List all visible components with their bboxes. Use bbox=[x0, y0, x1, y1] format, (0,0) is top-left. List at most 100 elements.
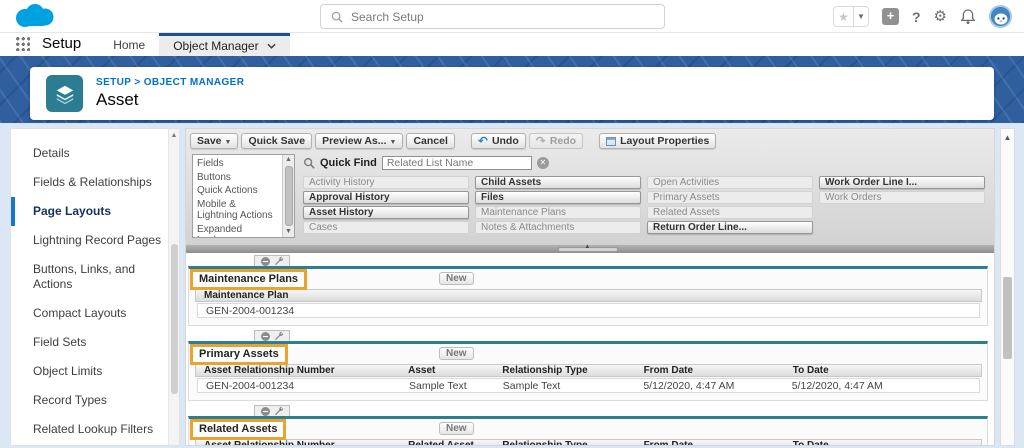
quick-find-input[interactable] bbox=[381, 155, 532, 170]
help-icon[interactable]: ? bbox=[912, 9, 921, 25]
palette-item[interactable]: Work Orders bbox=[819, 191, 985, 204]
section-card: Maintenance Plans New Maintenance Plan G… bbox=[188, 266, 988, 326]
palette-item[interactable]: Open Activities bbox=[647, 176, 813, 189]
global-search[interactable] bbox=[320, 4, 665, 29]
sidebar-item-label: Details bbox=[33, 146, 70, 160]
palette-item[interactable]: Cases bbox=[303, 221, 469, 234]
preview-as-button[interactable]: Preview As... ▼ bbox=[315, 133, 404, 149]
banner-text: SETUP > OBJECT MANAGER Asset bbox=[96, 77, 244, 110]
sidebar-item[interactable]: Object Limits bbox=[11, 357, 169, 386]
scroll-up-icon[interactable]: ▲ bbox=[1001, 129, 1014, 142]
palette-item[interactable]: Work Order Line I... bbox=[819, 176, 985, 189]
app-launcher-icon[interactable] bbox=[16, 37, 30, 51]
sidebar-item[interactable]: Details bbox=[11, 139, 169, 168]
scrollbar-thumb[interactable] bbox=[1003, 277, 1012, 359]
wrench-icon[interactable] bbox=[274, 331, 284, 341]
editor-toolbar: Save ▼ Quick Save Preview As... ▼ Cancel ↶… bbox=[190, 132, 990, 150]
palette-scrollbar[interactable]: ▲ ▼ bbox=[282, 155, 294, 237]
banner-card: SETUP > OBJECT MANAGER Asset bbox=[30, 67, 994, 120]
favorites-caret-icon[interactable]: ▼ bbox=[853, 6, 869, 27]
palette-item[interactable]: Primary Assets bbox=[647, 191, 813, 204]
section-label-row: Primary Assets New bbox=[189, 344, 987, 365]
palette-item[interactable]: Files bbox=[475, 191, 641, 204]
sidebar-item[interactable]: Search Layouts bbox=[11, 444, 169, 448]
palette-item[interactable]: Maintenance Plans bbox=[475, 206, 641, 219]
new-button[interactable]: New bbox=[439, 272, 474, 285]
section-label-row: Related Assets New bbox=[189, 419, 987, 440]
palette-category[interactable]: Mobile & Lightning Actions bbox=[193, 198, 280, 223]
setup-gear-icon[interactable]: ⚙ bbox=[934, 9, 947, 24]
quick-save-button[interactable]: Quick Save bbox=[241, 133, 313, 149]
tab-object-manager-label: Object Manager bbox=[173, 39, 259, 53]
user-avatar[interactable] bbox=[989, 5, 1012, 28]
palette-category[interactable]: Quick Actions bbox=[193, 184, 280, 198]
table-cell: Sample Text bbox=[409, 379, 467, 392]
sidebar-item[interactable]: Compact Layouts bbox=[11, 299, 169, 328]
palette-item[interactable]: Activity History bbox=[303, 176, 469, 189]
remove-section-icon[interactable] bbox=[260, 331, 270, 341]
sidebar-item[interactable]: Field Sets bbox=[11, 328, 169, 357]
save-button[interactable]: Save ▼ bbox=[190, 133, 239, 149]
tab-home[interactable]: Home bbox=[99, 33, 159, 56]
table-cell: 5/12/2020, 4:47 AM bbox=[643, 379, 735, 392]
sidebar-item[interactable]: Related Lookup Filters bbox=[11, 415, 169, 444]
scrollbar-thumb[interactable] bbox=[171, 244, 178, 394]
table-header-row: Asset Relationship NumberRelated AssetRe… bbox=[195, 439, 982, 445]
add-icon[interactable]: + bbox=[881, 8, 899, 25]
layout-properties-button[interactable]: Layout Properties bbox=[599, 133, 717, 149]
cancel-button[interactable]: Cancel bbox=[406, 133, 455, 149]
sidebar-item[interactable]: Fields & Relationships bbox=[11, 168, 169, 197]
sidebar-item[interactable]: Buttons, Links, and Actions bbox=[11, 255, 169, 299]
avatar-astro-icon bbox=[991, 7, 1010, 26]
palette-splitter[interactable]: ▲ bbox=[186, 244, 994, 253]
sidebar-item[interactable]: Lightning Record Pages bbox=[11, 226, 169, 255]
palette-category[interactable]: Fields bbox=[193, 157, 280, 171]
scroll-up-icon[interactable]: ▲ bbox=[283, 155, 294, 165]
sidebar-item-label: Fields & Relationships bbox=[33, 175, 152, 189]
palette-category[interactable]: Expanded Lookups bbox=[193, 223, 280, 238]
salesforce-logo[interactable] bbox=[12, 3, 58, 35]
header-actions: ★ ▼ + ? ⚙ bbox=[832, 4, 1012, 29]
remove-section-icon[interactable] bbox=[260, 406, 270, 416]
sidebar-item[interactable]: Record Types bbox=[11, 386, 169, 415]
sidebar-item[interactable]: Page Layouts bbox=[11, 197, 169, 226]
column-header: Maintenance Plan bbox=[204, 290, 289, 301]
breadcrumb[interactable]: SETUP > OBJECT MANAGER bbox=[96, 77, 244, 88]
palette-item[interactable]: Child Assets bbox=[475, 176, 641, 189]
remove-section-icon[interactable] bbox=[260, 256, 270, 266]
palette-categories: Fields Buttons Quick Actions Mobile & Light… bbox=[192, 154, 295, 238]
tab-object-manager[interactable]: Object Manager bbox=[159, 33, 290, 56]
redo-button[interactable]: ↷ Redo bbox=[528, 133, 584, 149]
palette-items-grid: Activity History Approval History Asset Hi… bbox=[303, 176, 988, 234]
favorites-star-icon[interactable]: ★ bbox=[832, 6, 854, 27]
new-button[interactable]: New bbox=[439, 347, 474, 360]
palette-item[interactable]: Approval History bbox=[303, 191, 469, 204]
scrollbar-thumb[interactable] bbox=[285, 166, 293, 226]
palette-item[interactable]: Notes & Attachments bbox=[475, 221, 641, 234]
sidebar-scrollbar[interactable]: ▲ bbox=[168, 129, 179, 445]
palette-item[interactable]: Related Assets bbox=[647, 206, 813, 219]
notification-bell-icon[interactable] bbox=[960, 8, 976, 25]
clear-icon[interactable]: ✕ bbox=[536, 156, 549, 169]
main-scrollbar[interactable]: ▲ bbox=[1000, 128, 1015, 446]
palette-category[interactable]: Buttons bbox=[193, 171, 280, 185]
scroll-down-icon[interactable]: ▼ bbox=[283, 227, 294, 237]
editor-palette: Fields Buttons Quick Actions Mobile & Light… bbox=[190, 150, 990, 244]
favorites-group: ★ ▼ bbox=[832, 6, 869, 27]
undo-button[interactable]: ↶ Undo bbox=[470, 133, 526, 149]
new-button[interactable]: New bbox=[439, 422, 474, 435]
wrench-icon[interactable] bbox=[274, 406, 284, 416]
splitter-collapse-icon[interactable]: ▲ bbox=[584, 244, 590, 250]
table-header-row: Asset Relationship Number Asset Relationsh… bbox=[195, 364, 982, 377]
scroll-up-icon[interactable]: ▲ bbox=[169, 129, 179, 139]
undo-icon: ↶ bbox=[477, 134, 488, 148]
object-manager-sidebar: Details Fields & Relationships Page Layout… bbox=[10, 128, 180, 446]
wrench-icon[interactable] bbox=[274, 256, 284, 266]
layout-properties-label: Layout Properties bbox=[620, 135, 710, 147]
palette-item[interactable]: Return Order Line... bbox=[647, 221, 813, 234]
sidebar-item-label: Lightning Record Pages bbox=[33, 233, 162, 247]
sidebar-item-label: Compact Layouts bbox=[33, 306, 127, 320]
palette-item[interactable]: Asset History bbox=[303, 206, 469, 219]
table-cell: GEN-2004-001234 bbox=[206, 379, 295, 392]
search-input[interactable] bbox=[351, 9, 621, 24]
